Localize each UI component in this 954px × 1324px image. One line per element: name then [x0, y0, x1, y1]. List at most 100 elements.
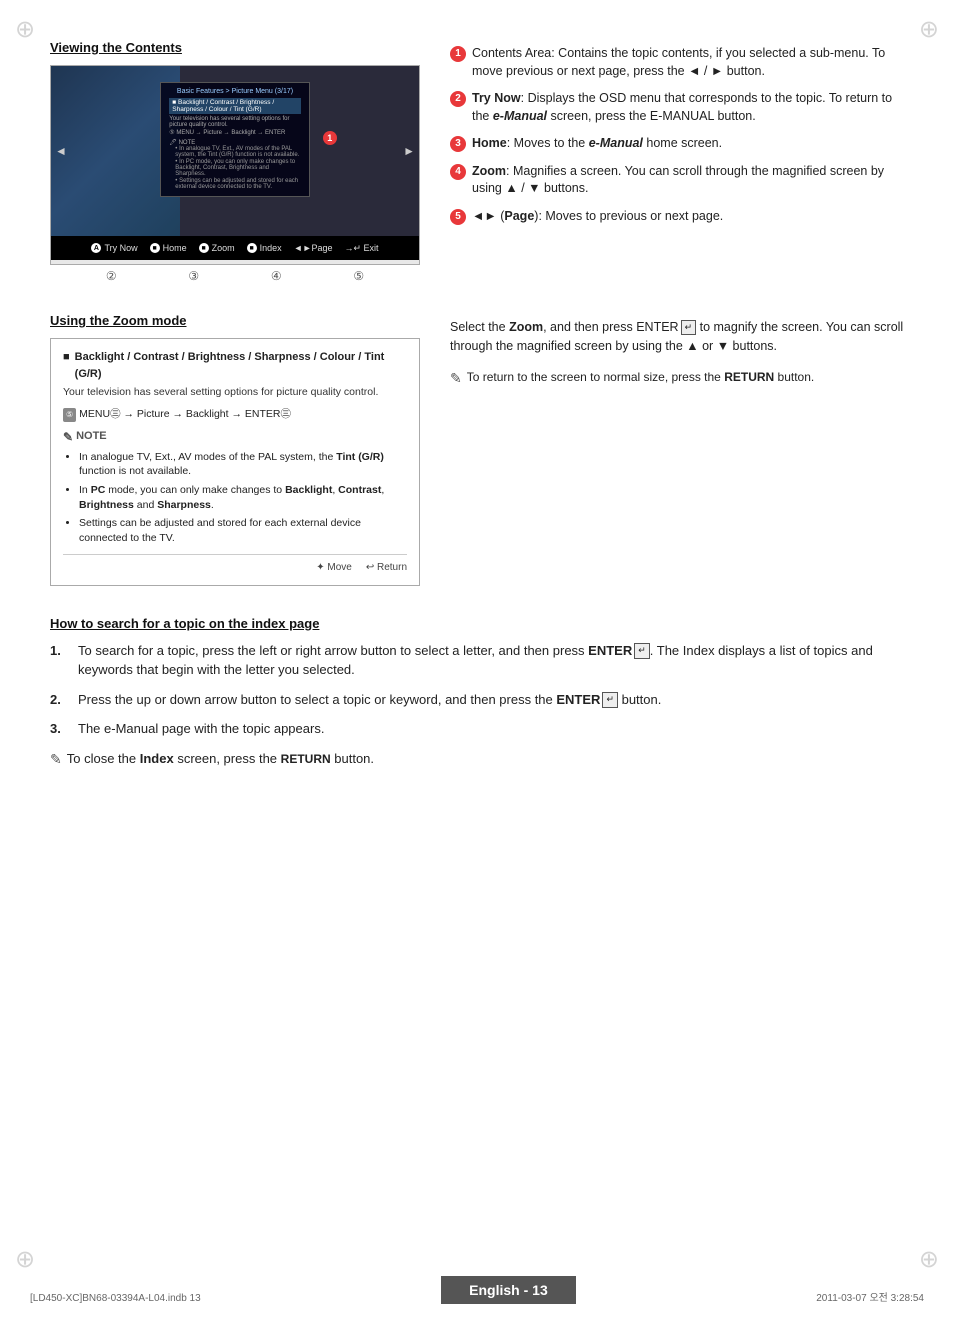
index-step-1: 1. To search for a topic, press the left…	[50, 641, 904, 680]
nav-index-icon: ■	[247, 243, 257, 253]
footer-right-text: 2011-03-07 오전 3:28:54	[816, 1289, 924, 1304]
nav-zoom-icon: ■	[199, 243, 209, 253]
page-container: ⊕ ⊕ ⊕ ⊕ Viewing the Contents ◄ ► Basic F…	[0, 0, 954, 1324]
num-label-2: ②	[106, 269, 117, 283]
nav-page: ◄►Page	[294, 243, 333, 253]
corner-mark-tl: ⊕	[15, 15, 35, 44]
zoom-menu-cmd: ⑤ MENU㊂ → Picture → Backlight → ENTER㊂	[63, 407, 407, 423]
vc-item-5-text: ◄► (Page): Moves to previous or next pag…	[472, 208, 723, 226]
circle-5: 5	[450, 209, 466, 225]
nav-a-icon: A	[91, 243, 101, 253]
vc-item-1-text: Contents Area: Contains the topic conten…	[472, 45, 904, 80]
zoom-note-item-2: In PC mode, you can only make changes to…	[79, 483, 407, 512]
zoom-panel-footer: ✦ Move ↩ Return	[63, 554, 407, 575]
index-step-2: 2. Press the up or down arrow button to …	[50, 690, 904, 710]
step-num-1: 1.	[50, 641, 70, 680]
nav-try-now-label: Try Now	[104, 243, 137, 253]
vc-item-2: 2 Try Now: Displays the OSD menu that co…	[450, 90, 904, 125]
nav-exit: →↵ Exit	[345, 243, 379, 254]
menu-sub-text: Your television has several setting opti…	[169, 116, 300, 128]
enter-btn-2: ↵	[602, 692, 618, 708]
corner-mark-tr: ⊕	[919, 15, 939, 44]
nav-page-label: ◄►Page	[294, 243, 333, 253]
vc-item-5: 5 ◄► (Page): Moves to previous or next p…	[450, 208, 904, 226]
tv-arrow-right: ►	[403, 144, 415, 158]
zoom-return-note-text: To return to the screen to normal size, …	[467, 368, 815, 386]
menu-note-title: 🖊 NOTE	[169, 139, 300, 146]
menu-note-2: • In PC mode, you can only make changes …	[175, 159, 300, 177]
zoom-right-panel: Select the Zoom, and then press ENTER↵ t…	[450, 313, 904, 586]
menu-note-3: • Settings can be adjusted and stored fo…	[175, 178, 300, 190]
zoom-note-item-3: Settings can be adjusted and stored for …	[79, 516, 407, 545]
circle-1: 1	[450, 46, 466, 62]
footer-center: English - 13	[441, 1276, 576, 1304]
tv-screen: ◄ ► Basic Features > Picture Menu (3/17)…	[51, 66, 419, 236]
zoom-panel: ■ Backlight / Contrast / Brightness / Sh…	[50, 338, 420, 586]
pencil-icon: ✎	[63, 428, 73, 446]
zoom-left-panel: Using the Zoom mode ■ Backlight / Contra…	[50, 313, 420, 586]
zoom-main-text: Select the Zoom, and then press ENTER↵ t…	[450, 318, 904, 356]
zoom-note-section: ✎ NOTE In analogue TV, Ext., AV modes of…	[63, 428, 407, 546]
zoom-mode-section: Using the Zoom mode ■ Backlight / Contra…	[50, 313, 904, 586]
nav-zoom-label: Zoom	[212, 243, 235, 253]
nav-index-label: Index	[260, 243, 282, 253]
page-badge: English - 13	[441, 1276, 576, 1304]
index-steps-list: 1. To search for a topic, press the left…	[50, 641, 904, 739]
nav-try-now: A Try Now	[91, 243, 137, 253]
vc-item-3-text: Home: Moves to the e-Manual home screen.	[472, 135, 722, 153]
nav-zoom: ■ Zoom	[199, 243, 235, 253]
step-2-text: Press the up or down arrow button to sel…	[78, 690, 661, 710]
tv-nav-bar: A Try Now ■ Home ■ Zoom ■ Index	[51, 236, 419, 260]
menu-panel-title: Basic Features > Picture Menu (3/17)	[169, 88, 300, 95]
menu-highlight-item: ■ Backlight / Contrast / Brightness / Sh…	[169, 98, 300, 114]
corner-mark-br: ⊕	[919, 1245, 939, 1274]
index-note-text: To close the Index screen, press the RET…	[67, 749, 374, 769]
index-section: How to search for a topic on the index p…	[50, 616, 904, 770]
index-note-symbol: ✎	[50, 749, 62, 770]
vc-item-3: 3 Home: Moves to the e-Manual home scree…	[450, 135, 904, 153]
num-label-3: ③	[188, 269, 199, 283]
circle-4: 4	[450, 164, 466, 180]
zoom-note-item-1: In analogue TV, Ext., AV modes of the PA…	[79, 450, 407, 479]
menu-panel-wrapper: Basic Features > Picture Menu (3/17) ■ B…	[128, 74, 341, 197]
enter-btn-1: ↵	[634, 643, 650, 659]
vc-numbered-list: 1 Contents Area: Contains the topic cont…	[450, 45, 904, 225]
nav-index: ■ Index	[247, 243, 282, 253]
nav-exit-label: →↵ Exit	[345, 243, 379, 254]
vc-item-1: 1 Contents Area: Contains the topic cont…	[450, 45, 904, 80]
zoom-panel-sub: Your television has several setting opti…	[63, 385, 407, 401]
circle-2: 2	[450, 91, 466, 107]
zoom-mode-heading: Using the Zoom mode	[50, 313, 420, 328]
menu-note-1: • In analogue TV, Ext., AV modes of the …	[175, 146, 300, 158]
nav-numbers-row: ② ③ ④ ⑤	[50, 265, 420, 283]
tv-arrow-left: ◄	[55, 144, 67, 158]
zoom-panel-square: ■	[63, 349, 70, 366]
circle-3: 3	[450, 136, 466, 152]
index-heading: How to search for a topic on the index p…	[50, 616, 904, 631]
num-label-5: ⑤	[353, 269, 364, 283]
step-num-2: 2.	[50, 690, 70, 710]
page-footer: [LD450-XC]BN68-03394A-L04.indb 13 Englis…	[0, 1276, 954, 1304]
zoom-return-note: ✎ To return to the screen to normal size…	[450, 368, 904, 389]
corner-mark-bl: ⊕	[15, 1245, 35, 1274]
vc-item-4: 4 Zoom: Magnifies a screen. You can scro…	[450, 163, 904, 198]
note-icon-label: ✎ NOTE	[63, 428, 407, 446]
menu-icon: ⑤	[63, 408, 76, 422]
index-return-note: ✎ To close the Index screen, press the R…	[50, 749, 904, 770]
vc-right-panel: 1 Contents Area: Contains the topic cont…	[450, 40, 904, 283]
zoom-note-list: In analogue TV, Ext., AV modes of the PA…	[63, 450, 407, 546]
zoom-cmd-text: MENU㊂ → Picture → Backlight → ENTER㊂	[79, 407, 291, 423]
enter-icon: ↵	[681, 320, 697, 336]
ref-circle-1: 1	[323, 131, 337, 145]
nav-home-icon: ■	[150, 243, 160, 253]
footer-move: ✦ Move	[316, 560, 352, 575]
step-1-text: To search for a topic, press the left or…	[78, 641, 904, 680]
menu-panel: Basic Features > Picture Menu (3/17) ■ B…	[160, 82, 309, 197]
zoom-panel-title: ■ Backlight / Contrast / Brightness / Sh…	[63, 349, 407, 382]
step-num-3: 3.	[50, 719, 70, 739]
tv-screenshot-mockup: ◄ ► Basic Features > Picture Menu (3/17)…	[50, 65, 420, 265]
step-3-text: The e-Manual page with the topic appears…	[78, 719, 324, 739]
viewing-contents-section: Viewing the Contents ◄ ► Basic Features …	[50, 40, 904, 283]
footer-return: ↩ Return	[366, 560, 407, 575]
note-label: NOTE	[76, 428, 107, 445]
